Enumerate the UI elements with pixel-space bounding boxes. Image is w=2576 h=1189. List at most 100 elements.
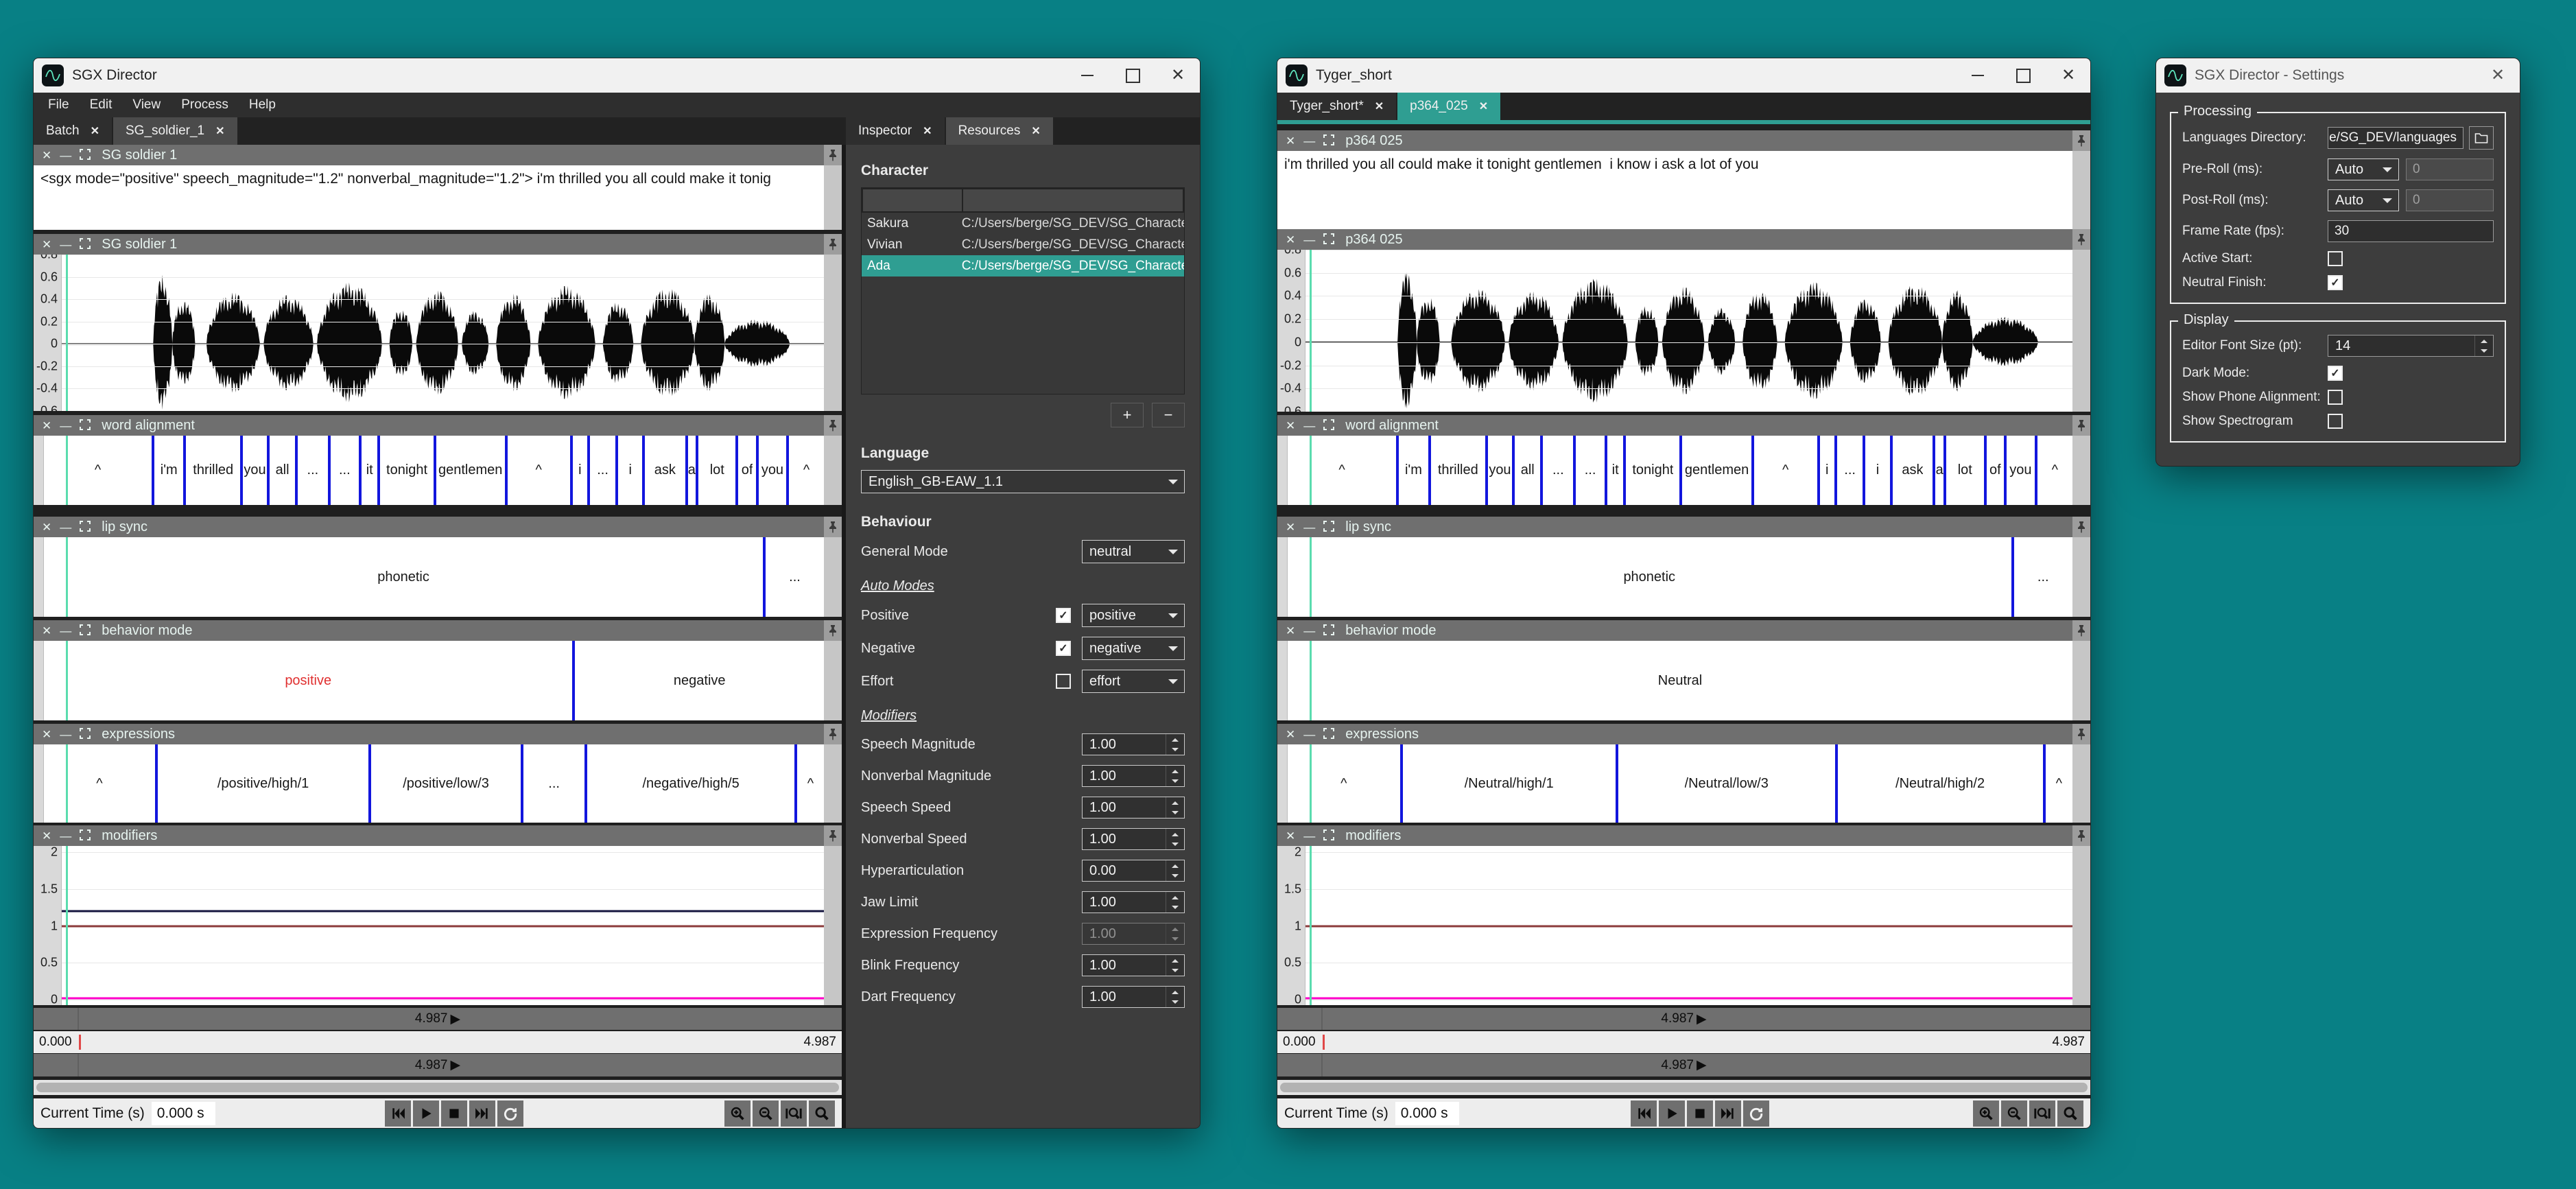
tab-close-icon[interactable]: ✕ [215,124,224,138]
alignment-segment[interactable]: tonight [377,436,433,505]
lip-sync-track[interactable]: phonetic... [1288,537,2072,617]
pin-icon[interactable] [824,620,842,641]
titlebar[interactable]: SGX Director ✕ [34,58,1200,93]
zoom-out-button[interactable] [753,1100,779,1127]
alignment-segment[interactable]: it [1605,436,1624,505]
alignment-segment[interactable]: ^ [786,436,824,505]
playhead[interactable] [66,846,68,1005]
pin-icon[interactable] [2072,517,2090,537]
alignment-segment[interactable]: ^ [794,744,824,823]
panel-minimize-icon[interactable]: — [60,625,71,637]
spin-input[interactable]: 0.00 [1082,860,1185,882]
show-spectrogram-checkbox[interactable] [2328,414,2343,429]
scrollbar-thumb[interactable] [36,1083,839,1092]
panel-float-icon[interactable] [1323,829,1334,843]
play-button[interactable] [1659,1100,1685,1127]
panel-float-icon[interactable] [1323,728,1334,741]
timeline-ruler[interactable]: 0.0004.987 [1277,1031,2090,1053]
panel-minimize-icon[interactable]: — [60,521,71,533]
expressions-track[interactable]: ^/Neutral/high/1/Neutral/low/3/Neutral/h… [1288,744,2072,823]
alignment-segment[interactable]: /Neutral/high/2 [1835,744,2043,823]
character-row-ada[interactable]: AdaC:/Users/berge/SG_DEV/SG_Characte... [862,255,1184,276]
alignment-segment[interactable]: a [685,436,696,505]
skip-start-button[interactable] [385,1100,411,1127]
timeline-ruler[interactable]: 0.0004.987 [34,1031,842,1053]
word-alignment-track[interactable]: ^i'mthrilledyouall......ittonightgentlem… [1288,436,2072,505]
playhead[interactable] [1310,250,1312,412]
minimize-icon[interactable] [1074,64,1101,87]
alignment-segment[interactable]: Neutral [1288,641,2072,720]
expressions-track[interactable]: ^/positive/high/1/positive/low/3.../nega… [44,744,824,823]
panel-close-icon[interactable]: ✕ [42,729,51,740]
browse-folder-button[interactable] [2469,126,2494,150]
panel-float-icon[interactable] [80,419,91,432]
modifier-curves-view[interactable] [62,846,824,1005]
zoom-fit-button[interactable] [2029,1100,2055,1127]
spin-input[interactable]: 1.00 [1082,891,1185,913]
spin-input[interactable]: 1.00 [1082,765,1185,787]
mode-select[interactable]: negative [1082,637,1185,660]
alignment-segment[interactable]: ^ [44,436,152,505]
alignment-segment[interactable]: of [735,436,755,505]
alignment-segment[interactable]: thrilled [183,436,240,505]
alignment-segment[interactable]: ... [763,537,824,617]
show-phone-alignment-checkbox[interactable] [2328,390,2343,405]
panel-minimize-icon[interactable]: — [1303,420,1315,432]
tab-close-icon[interactable]: ✕ [1375,99,1384,113]
tab-resources[interactable]: Resources✕ [946,117,1053,145]
alignment-segment[interactable]: ... [1834,436,1863,505]
alignment-segment[interactable]: ^ [1751,436,1817,505]
alignment-segment[interactable]: all [1512,436,1540,505]
spin-input[interactable]: 1.00 [1082,733,1185,755]
zoom-selection-button[interactable] [809,1100,835,1127]
titlebar[interactable]: Tyger_short ✕ [1277,58,2090,93]
alignment-segment[interactable]: it [359,436,377,505]
mode-select[interactable]: effort [1082,670,1185,693]
panel-minimize-icon[interactable]: — [60,239,71,250]
panel-minimize-icon[interactable]: — [1303,234,1315,246]
menu-view[interactable]: View [122,97,171,113]
zoom-out-button[interactable] [2001,1100,2027,1127]
timeline-span-top[interactable]: 4.987▶ [34,1008,842,1030]
alignment-segment[interactable]: ... [2011,537,2073,617]
panel-close-icon[interactable]: ✕ [42,521,51,533]
panel-close-icon[interactable]: ✕ [42,830,51,842]
language-select[interactable]: English_GB-EAW_1.1 [861,470,1185,493]
alignment-segment[interactable]: ^ [1288,744,1400,823]
alignment-segment[interactable]: lot [1943,436,1983,505]
alignment-segment[interactable]: i'm [152,436,183,505]
alignment-segment[interactable]: a [1933,436,1943,505]
pin-icon[interactable] [824,415,842,436]
playhead[interactable] [1310,744,1312,823]
panel-float-icon[interactable] [80,238,91,251]
alignment-segment[interactable]: tonight [1623,436,1679,505]
stop-button[interactable] [1687,1100,1713,1127]
languages-directory-input[interactable]: s/berge/SG_DEV/languages [2328,127,2463,149]
pin-icon[interactable] [824,724,842,744]
panel-minimize-icon[interactable]: — [60,420,71,432]
pin-icon[interactable] [2072,724,2090,744]
panel-float-icon[interactable] [1323,134,1334,148]
panel-float-icon[interactable] [80,829,91,843]
panel-float-icon[interactable] [80,728,91,741]
behavior-mode-track[interactable]: Neutral [1288,641,2072,720]
play-button[interactable] [413,1100,439,1127]
tab-close-icon[interactable]: ✕ [91,124,99,138]
panel-close-icon[interactable]: ✕ [1286,234,1295,246]
panel-minimize-icon[interactable]: — [1303,830,1315,842]
panel-minimize-icon[interactable]: — [1303,625,1315,637]
panel-close-icon[interactable]: ✕ [1286,420,1295,432]
panel-close-icon[interactable]: ✕ [1286,521,1295,533]
scrollbar-thumb[interactable] [1280,1083,2088,1092]
panel-close-icon[interactable]: ✕ [1286,830,1295,842]
alignment-segment[interactable]: ^ [2043,744,2072,823]
alignment-segment[interactable]: gentlemen [434,436,505,505]
checkbox[interactable]: ✓ [1056,641,1071,656]
zoom-fit-button[interactable] [781,1100,807,1127]
tab-close-icon[interactable]: ✕ [923,124,932,138]
loop-button[interactable] [497,1100,523,1127]
behavior-mode-track[interactable]: positivenegative [44,641,824,720]
pin-icon[interactable] [824,517,842,537]
playhead[interactable] [66,436,68,505]
table-header-path[interactable] [963,189,1183,211]
